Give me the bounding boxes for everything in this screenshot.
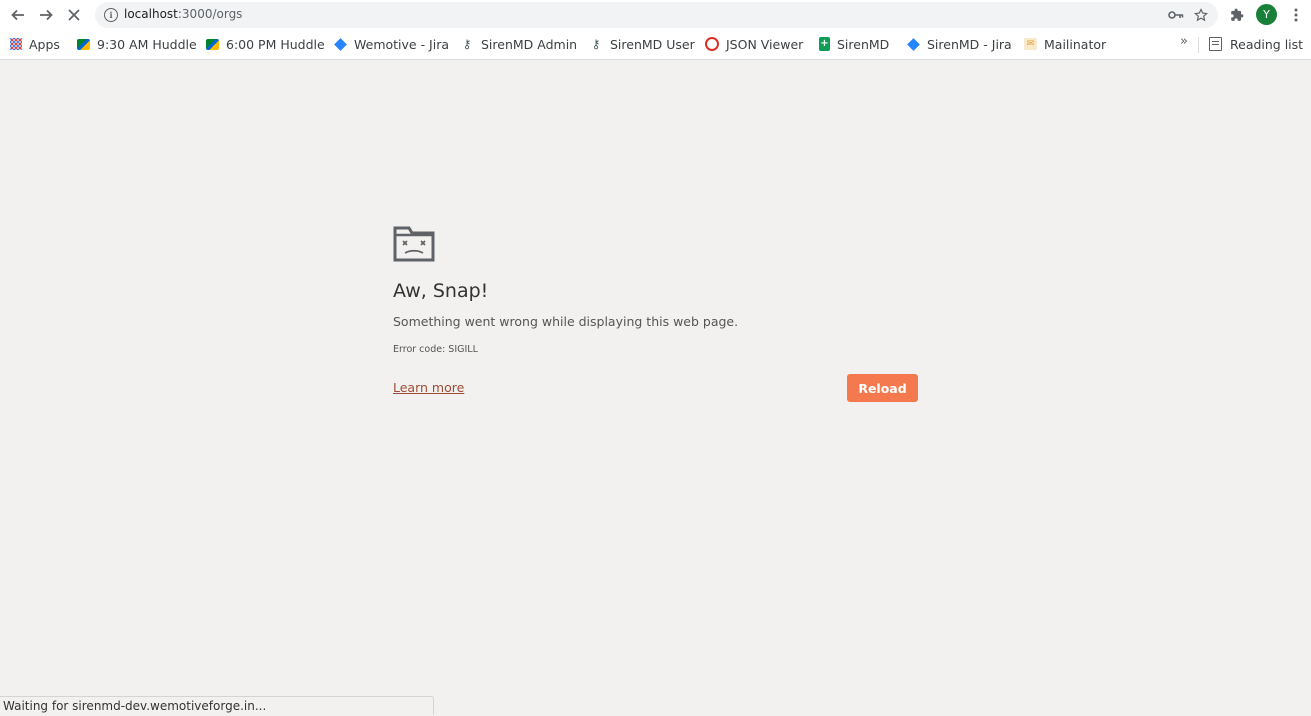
bookmark-json-viewer[interactable]: JSON Viewer: [705, 34, 803, 54]
bookmark-930-huddle[interactable]: 9:30 AM Huddle: [77, 34, 197, 54]
bookmark-wemotive-jira[interactable]: Wemotive - Jira: [333, 34, 449, 54]
learn-more-link[interactable]: Learn more: [393, 380, 464, 395]
bookmark-apps[interactable]: Apps: [10, 34, 60, 54]
address-bar[interactable]: i localhost:3000/orgs: [95, 2, 1218, 28]
more-menu-icon[interactable]: [1284, 3, 1308, 27]
profile-avatar[interactable]: Y: [1256, 4, 1277, 25]
admin-icon: ⚷: [462, 37, 472, 51]
mailinator-icon: ✉: [1024, 38, 1037, 50]
info-icon[interactable]: i: [104, 8, 118, 22]
sad-tab-icon: [393, 226, 435, 262]
bookmarks-divider: [1198, 37, 1199, 53]
reading-list-icon: [1209, 37, 1222, 51]
jira-icon: [907, 37, 920, 51]
back-button[interactable]: [6, 3, 30, 27]
status-bubble: Waiting for sirenmd-dev.wemotiveforge.in…: [0, 696, 434, 715]
forward-button[interactable]: [34, 3, 58, 27]
bookmark-sirenmd-admin[interactable]: ⚷ SirenMD Admin: [460, 34, 578, 54]
bookmark-600-huddle[interactable]: 6:00 PM Huddle: [206, 34, 325, 54]
key-icon[interactable]: [1167, 6, 1185, 24]
star-icon[interactable]: [1192, 6, 1210, 24]
google-meet-icon: [77, 38, 90, 50]
error-title: Aw, Snap!: [393, 280, 489, 302]
extensions-icon[interactable]: [1225, 3, 1249, 27]
google-sheets-icon: +: [819, 37, 830, 51]
stop-button[interactable]: [62, 3, 86, 27]
bookmarks-bar: Apps 9:30 AM Huddle 6:00 PM Huddle Wemot…: [0, 30, 1311, 60]
error-description: Something went wrong while displaying th…: [393, 314, 739, 329]
bookmark-mailinator[interactable]: ✉ Mailinator: [1024, 34, 1106, 54]
json-viewer-icon: [705, 37, 719, 51]
bookmark-sirenmd-user[interactable]: ⚷ SirenMD User: [589, 34, 695, 54]
reading-list-button[interactable]: Reading list: [1209, 34, 1303, 54]
bookmark-sirenmd[interactable]: + SirenMD: [819, 34, 889, 54]
browser-toolbar: i localhost:3000/orgs Y: [0, 0, 1311, 30]
google-meet-icon: [206, 38, 219, 50]
reload-button[interactable]: Reload: [847, 374, 918, 402]
url-text[interactable]: localhost:3000/orgs: [124, 7, 242, 21]
error-code: Error code: SIGILL: [393, 344, 478, 355]
arrow-left-icon: [11, 9, 24, 21]
arrow-right-icon: [40, 9, 53, 21]
bookmark-sirenmd-jira[interactable]: SirenMD - Jira: [906, 34, 1012, 54]
more-bookmarks-icon[interactable]: »: [1180, 34, 1188, 49]
admin-icon: ⚷: [591, 37, 601, 51]
jira-icon: [334, 37, 347, 51]
apps-grid-icon: [10, 38, 22, 50]
close-icon: [68, 9, 80, 21]
